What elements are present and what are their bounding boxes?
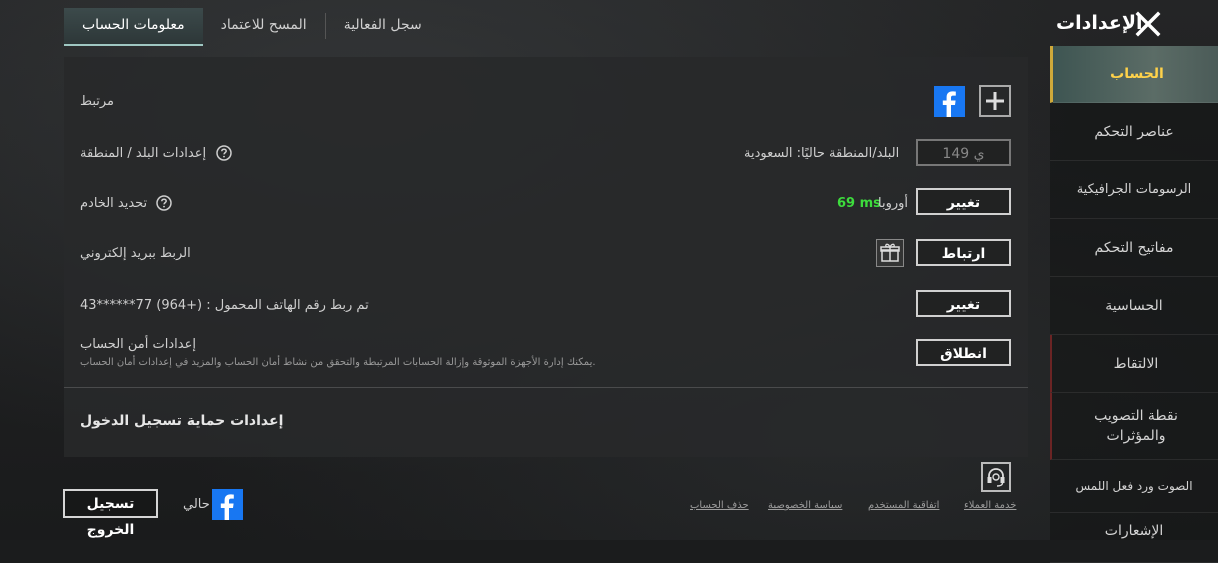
headset-icon	[987, 468, 1005, 487]
email-link-label: الربط ببريد إلكتروني	[80, 246, 191, 261]
gift-button[interactable]	[876, 239, 904, 267]
security-settings-desc: يمكنك إدارة الأجهزة الموثوقة وإزالة الحس…	[80, 357, 596, 368]
sidebar-item-audio-haptics[interactable]: الصوت ورد فعل اللمس	[1050, 460, 1218, 513]
server-name: أوروبا	[878, 196, 909, 211]
sidebar-item-label: الالتقاط	[1113, 355, 1159, 372]
sidebar-item-notifications[interactable]: الإشعارات	[1050, 513, 1218, 563]
region-settings-label: إعدادات البلد / المنطقة	[80, 146, 207, 161]
sidebar-item-controls[interactable]: عناصر التحكم	[1050, 103, 1218, 161]
plus-icon	[986, 92, 1004, 110]
add-link-button[interactable]	[979, 85, 1011, 117]
server-ping: 69 ms	[837, 196, 881, 211]
delete-account-link[interactable]: حذف الحساب	[690, 500, 749, 511]
tab-account-info[interactable]: معلومات الحساب	[64, 8, 203, 46]
close-icon	[1135, 11, 1161, 37]
top-tabs: معلومات الحساب المسح للاعتماد سجل الفعال…	[64, 8, 440, 46]
help-icon[interactable]	[216, 145, 232, 161]
facebook-icon	[220, 494, 234, 520]
logout-button[interactable]: تسجيل الخروج	[63, 489, 158, 538]
help-icon[interactable]	[156, 195, 172, 211]
phone-linked-text: تم ربط رقم الهاتف المحمول : (+964) 77***…	[80, 298, 369, 313]
sidebar-item-sensitivity[interactable]: الحساسية	[1050, 277, 1218, 335]
tab-activity-log[interactable]: سجل الفعالية	[326, 8, 440, 44]
sidebar-item-label: عناصر التحكم	[1094, 123, 1174, 140]
region-change-button[interactable]: 149 ي	[916, 139, 1011, 166]
linked-label: مرتبط	[80, 94, 115, 109]
sidebar-item-crosshair-effects[interactable]: نقطة التصويب والمؤثرات	[1050, 393, 1218, 460]
facebook-icon	[942, 91, 956, 117]
sidebar-item-label: الحساب	[1110, 66, 1164, 82]
current-account-label: حالي	[183, 497, 210, 512]
customer-service-button[interactable]	[981, 462, 1011, 492]
sidebar-item-label: الرسومات الجرافيكية	[1076, 182, 1192, 197]
sidebar-item-account[interactable]: الحساب	[1050, 46, 1218, 103]
page-title: الإعدادات	[1056, 12, 1143, 34]
gift-icon	[880, 243, 900, 262]
login-protection-title: إعدادات حماية تسجيل الدخول	[80, 413, 284, 429]
sidebar-item-graphics[interactable]: الرسومات الجرافيكية	[1050, 161, 1218, 219]
sidebar-item-label: الحساسية	[1105, 297, 1163, 314]
sidebar-item-label: مفاتيح التحكم	[1094, 239, 1174, 256]
account-panel: مرتبط إعدادات البلد / المنطقة البلد/المن…	[64, 57, 1028, 457]
section-divider	[64, 387, 1028, 388]
close-button[interactable]	[1133, 9, 1163, 39]
region-current-text: البلد/المنطقة حاليًا: السعودية	[744, 146, 900, 161]
security-settings-title: إعدادات أمن الحساب	[80, 337, 196, 352]
phone-change-button[interactable]: تغيير	[916, 290, 1011, 317]
server-select-label: تحديد الخادم	[80, 196, 148, 211]
security-launch-button[interactable]: انطلاق	[916, 339, 1011, 366]
sidebar-item-label: الإشعارات	[1104, 523, 1164, 539]
facebook-link-button[interactable]	[934, 86, 965, 117]
customer-service-link[interactable]: خدمة العملاء	[964, 500, 1016, 511]
user-agreement-link[interactable]: اتفاقية المستخدم	[868, 500, 939, 511]
tab-scan-accreditation[interactable]: المسح للاعتماد	[203, 8, 325, 44]
sidebar-item-keys[interactable]: مفاتيح التحكم	[1050, 219, 1218, 277]
server-change-button[interactable]: تغيير	[916, 188, 1011, 215]
sidebar-item-label: نقطة التصويب والمؤثرات	[1094, 408, 1178, 444]
settings-sidebar: الحساب عناصر التحكم الرسومات الجرافيكية …	[1050, 46, 1218, 563]
privacy-policy-link[interactable]: سياسة الخصوصية	[768, 500, 842, 511]
email-link-button[interactable]: ارتباط	[916, 239, 1011, 266]
sidebar-item-pickup[interactable]: الالتقاط	[1050, 335, 1218, 393]
current-account-facebook	[212, 489, 243, 520]
sidebar-item-label: الصوت ورد فعل اللمس	[1075, 479, 1193, 493]
